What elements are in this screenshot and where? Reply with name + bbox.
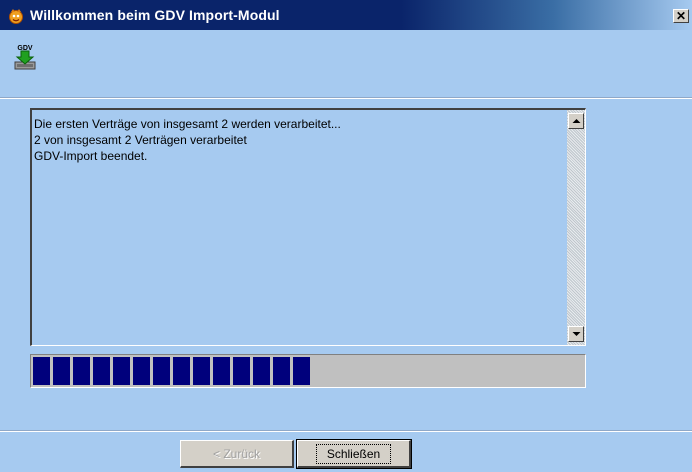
progress-bar <box>30 354 586 388</box>
scroll-down-button[interactable] <box>568 326 584 342</box>
progress-chunk <box>133 357 150 385</box>
progress-chunk <box>293 357 310 385</box>
back-button-label: < Zurück <box>212 446 260 461</box>
log-textarea[interactable]: Die ersten Verträge von insgesamt 2 werd… <box>30 108 586 346</box>
progress-chunk <box>53 357 70 385</box>
progress-chunk <box>173 357 190 385</box>
close-button-label: Schließen <box>315 443 392 464</box>
arrow-up-icon <box>572 119 581 123</box>
log-line: 2 von insgesamt 2 Verträgen verarbeitet <box>34 133 247 147</box>
progress-chunk <box>233 357 250 385</box>
log-content: Die ersten Verträge von insgesamt 2 werd… <box>34 116 562 164</box>
back-button[interactable]: < Zurück <box>180 440 294 468</box>
close-window-button[interactable]: ✕ <box>673 9 689 23</box>
close-icon: ✕ <box>675 9 687 23</box>
window-title: Willkommen beim GDV Import-Modul <box>30 7 280 23</box>
log-line: Die ersten Verträge von insgesamt 2 werd… <box>34 117 341 131</box>
progress-chunk <box>73 357 90 385</box>
progress-chunk <box>33 357 50 385</box>
app-icon <box>8 8 24 24</box>
scroll-up-button[interactable] <box>568 113 584 129</box>
gdv-download-icon: GDV <box>12 43 38 73</box>
arrow-down-icon <box>572 332 581 336</box>
progress-chunk <box>213 357 230 385</box>
bottom-separator <box>0 430 692 432</box>
top-separator <box>0 97 692 99</box>
progress-chunk <box>193 357 210 385</box>
vertical-scrollbar[interactable] <box>567 110 585 345</box>
progress-chunk <box>93 357 110 385</box>
logo-text: GDV <box>17 45 33 52</box>
log-line: GDV-Import beendet. <box>34 149 148 163</box>
progress-chunk <box>253 357 270 385</box>
progress-chunk <box>273 357 290 385</box>
progress-chunk <box>153 357 170 385</box>
title-bar[interactable]: Willkommen beim GDV Import-Modul ✕ <box>0 0 692 30</box>
progress-fill <box>33 357 310 385</box>
progress-chunk <box>113 357 130 385</box>
close-button[interactable]: Schließen <box>296 439 412 469</box>
